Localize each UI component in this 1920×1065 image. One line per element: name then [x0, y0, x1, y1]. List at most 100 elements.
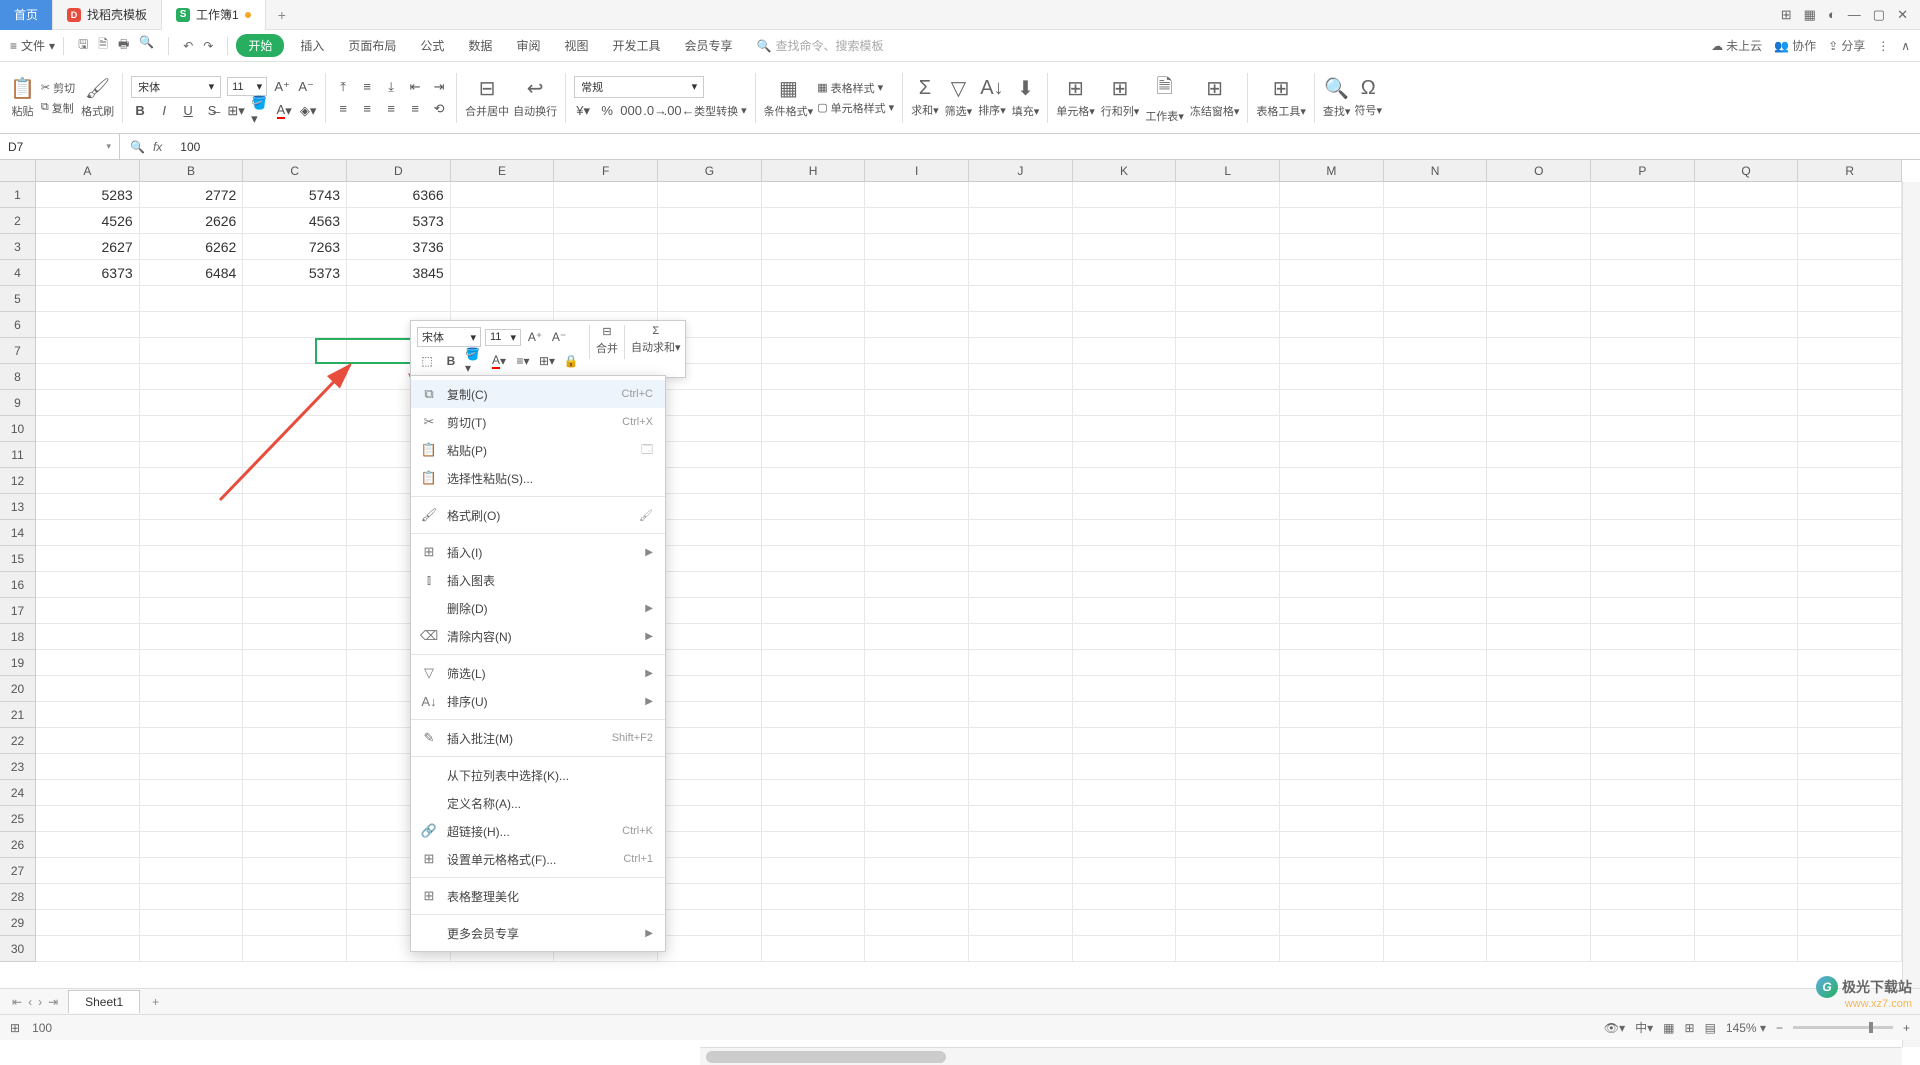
- cell[interactable]: [1280, 572, 1384, 598]
- cell[interactable]: [140, 364, 244, 390]
- row-header[interactable]: 27: [0, 858, 35, 884]
- col-header[interactable]: O: [1487, 160, 1591, 181]
- tab-review[interactable]: 审阅: [508, 33, 548, 58]
- cell[interactable]: [762, 676, 866, 702]
- cell[interactable]: [1073, 312, 1177, 338]
- cell[interactable]: [1176, 520, 1280, 546]
- cell[interactable]: [762, 546, 866, 572]
- cell[interactable]: [140, 650, 244, 676]
- cell[interactable]: [1176, 364, 1280, 390]
- cell[interactable]: [1487, 806, 1591, 832]
- cell-button[interactable]: ⊞单元格▾: [1056, 76, 1095, 119]
- cell[interactable]: [865, 754, 969, 780]
- cell[interactable]: [1073, 182, 1177, 208]
- cell[interactable]: [969, 676, 1073, 702]
- user-icon[interactable]: ◐: [1828, 7, 1836, 22]
- cell[interactable]: [1695, 442, 1799, 468]
- cell[interactable]: [865, 312, 969, 338]
- font-name-select[interactable]: 宋体▾: [131, 76, 221, 98]
- cell[interactable]: [1073, 624, 1177, 650]
- maximize-button[interactable]: ▢: [1873, 7, 1885, 23]
- cell[interactable]: [140, 494, 244, 520]
- cell[interactable]: [1176, 676, 1280, 702]
- cell[interactable]: [1384, 546, 1488, 572]
- cell[interactable]: [243, 650, 347, 676]
- cell[interactable]: [36, 858, 140, 884]
- cell[interactable]: [658, 624, 762, 650]
- col-header[interactable]: N: [1384, 160, 1488, 181]
- increase-font-icon[interactable]: A⁺: [273, 78, 291, 96]
- col-header[interactable]: F: [554, 160, 658, 181]
- ctx-item[interactable]: 🖌格式刷(O)🖌: [411, 501, 665, 529]
- mini-font-select[interactable]: 宋体▾: [417, 327, 481, 347]
- cell[interactable]: [140, 910, 244, 936]
- cell[interactable]: [1591, 650, 1695, 676]
- cell[interactable]: [1695, 754, 1799, 780]
- row-header[interactable]: 4: [0, 260, 35, 286]
- cell[interactable]: [1280, 650, 1384, 676]
- cell[interactable]: [658, 468, 762, 494]
- cell[interactable]: [1591, 676, 1695, 702]
- cell[interactable]: [658, 390, 762, 416]
- cell[interactable]: [1695, 702, 1799, 728]
- cell[interactable]: [658, 676, 762, 702]
- share-button[interactable]: ⇪ 分享: [1828, 37, 1865, 54]
- cell[interactable]: [1280, 624, 1384, 650]
- cell[interactable]: [243, 286, 347, 312]
- cell[interactable]: [969, 442, 1073, 468]
- tab-vip[interactable]: 会员专享: [676, 33, 740, 58]
- tab-data[interactable]: 数据: [460, 33, 500, 58]
- cell[interactable]: 5743: [243, 182, 347, 208]
- freeze-button[interactable]: ⊞冻结窗格▾: [1190, 76, 1240, 119]
- cell[interactable]: [243, 754, 347, 780]
- cell[interactable]: [1487, 286, 1591, 312]
- cell[interactable]: [1487, 208, 1591, 234]
- cell[interactable]: [1591, 884, 1695, 910]
- cell[interactable]: [1280, 468, 1384, 494]
- cell[interactable]: [243, 702, 347, 728]
- cell[interactable]: [554, 182, 658, 208]
- cell[interactable]: [1176, 780, 1280, 806]
- cell[interactable]: [865, 364, 969, 390]
- cell[interactable]: [140, 598, 244, 624]
- cell[interactable]: 6262: [140, 234, 244, 260]
- zoom-out-button[interactable]: −: [1776, 1021, 1783, 1035]
- row-header[interactable]: 25: [0, 806, 35, 832]
- cell[interactable]: [36, 676, 140, 702]
- cell[interactable]: [1591, 754, 1695, 780]
- clear-format-icon[interactable]: ◈▾: [299, 102, 317, 120]
- cell[interactable]: [1280, 416, 1384, 442]
- cell[interactable]: [1384, 416, 1488, 442]
- dec-inc-icon[interactable]: .0→: [646, 102, 664, 120]
- cell[interactable]: [243, 910, 347, 936]
- cell[interactable]: [969, 234, 1073, 260]
- cell[interactable]: [243, 494, 347, 520]
- bold-button[interactable]: B: [131, 102, 149, 120]
- cell[interactable]: [1695, 806, 1799, 832]
- cell[interactable]: [1280, 780, 1384, 806]
- cell[interactable]: [969, 572, 1073, 598]
- cell[interactable]: [36, 598, 140, 624]
- cell[interactable]: [1487, 182, 1591, 208]
- ctx-item[interactable]: ✂剪切(T)Ctrl+X: [411, 408, 665, 436]
- indent-inc-icon[interactable]: ⇥: [430, 78, 448, 96]
- cell[interactable]: [1487, 416, 1591, 442]
- cell[interactable]: [658, 208, 762, 234]
- cell[interactable]: [140, 442, 244, 468]
- cell[interactable]: [1176, 598, 1280, 624]
- mini-border-icon[interactable]: ⊞▾: [537, 351, 557, 371]
- cell[interactable]: [1695, 234, 1799, 260]
- cell[interactable]: 3845: [347, 260, 451, 286]
- cell[interactable]: 2772: [140, 182, 244, 208]
- cell[interactable]: [969, 806, 1073, 832]
- new-tab-button[interactable]: +: [266, 7, 298, 23]
- cell[interactable]: [865, 936, 969, 962]
- cell[interactable]: [1280, 364, 1384, 390]
- cell[interactable]: [36, 650, 140, 676]
- cell[interactable]: [762, 520, 866, 546]
- copy-button[interactable]: ⧉ 复制: [41, 100, 75, 116]
- indent-dec-icon[interactable]: ⇤: [406, 78, 424, 96]
- cell[interactable]: [1591, 780, 1695, 806]
- add-sheet-button[interactable]: +: [144, 995, 167, 1009]
- cell[interactable]: [1591, 624, 1695, 650]
